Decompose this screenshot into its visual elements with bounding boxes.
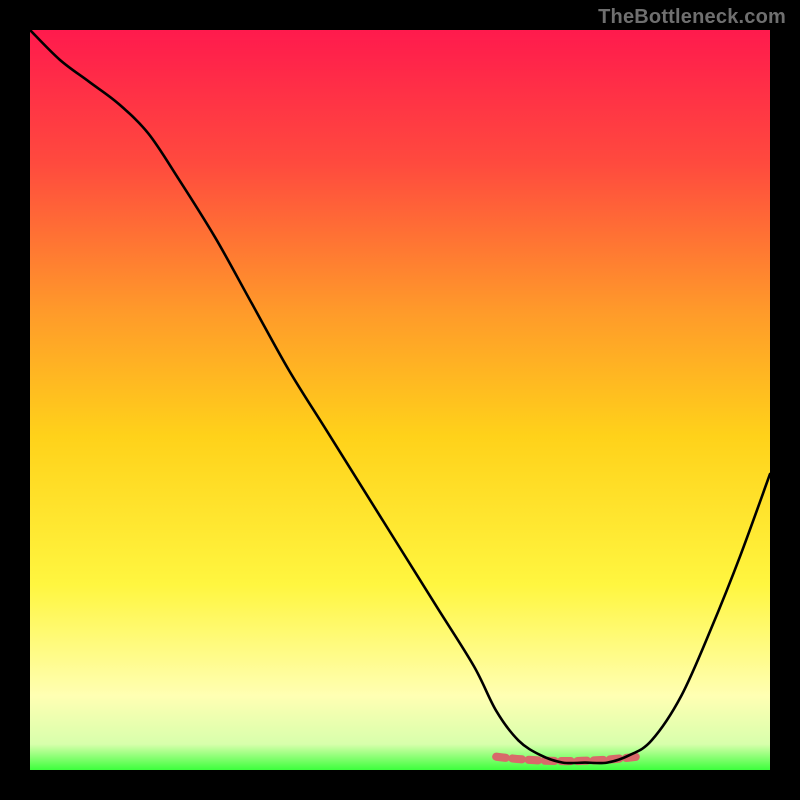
chart-frame: TheBottleneck.com (0, 0, 800, 800)
watermark-label: TheBottleneck.com (598, 6, 786, 29)
bottleneck-curve (30, 30, 770, 763)
curve-layer (30, 30, 770, 770)
plot-area (30, 30, 770, 770)
